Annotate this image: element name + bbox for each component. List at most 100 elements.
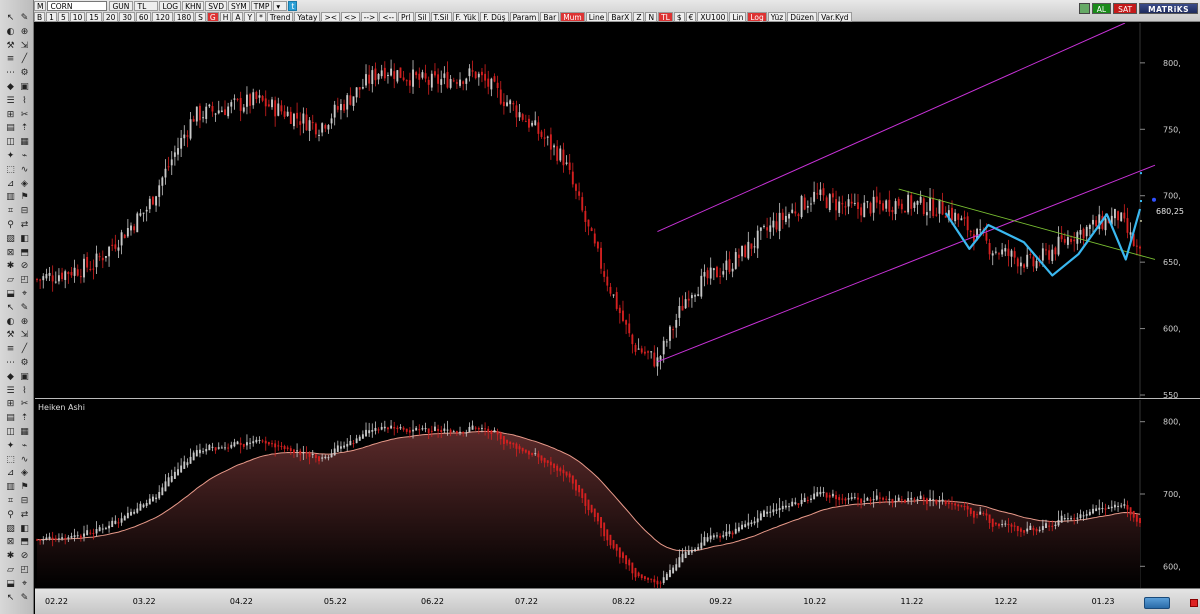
toolbar-btn-23[interactable]: Sil <box>414 11 430 22</box>
drawing-tool-icon-5[interactable]: ⇲ <box>18 40 31 53</box>
drawing-tool-icon-36[interactable]: ✱ <box>4 260 17 273</box>
price-chart[interactable]: 800, 750, 700, 650, 600, 550 <box>35 23 1200 399</box>
drawing-tool-icon-29[interactable]: ⊟ <box>18 205 31 218</box>
drawing-tool-icon-67[interactable]: ◈ <box>18 467 31 480</box>
drawing-tool-icon-61[interactable]: ▦ <box>18 426 31 439</box>
drawing-tool-icon-45[interactable]: ⊕ <box>18 316 31 329</box>
drawing-tool-icon-47[interactable]: ⇲ <box>18 329 31 342</box>
period-button[interactable]: GUN <box>109 0 134 11</box>
toolbar-btn-21[interactable]: <-- <box>379 11 398 22</box>
drawing-tool-icon-42[interactable]: ↖ <box>4 302 17 315</box>
drawing-tool-icon-16[interactable]: ▤ <box>4 122 17 135</box>
drawing-tool-icon-27[interactable]: ⚑ <box>18 191 31 204</box>
drawing-tool-icon-50[interactable]: ⋯ <box>4 357 17 370</box>
drawing-tool-icon-7[interactable]: ╱ <box>18 53 31 66</box>
drawing-tool-icon-52[interactable]: ◆ <box>4 371 17 384</box>
toolbar-btn-30[interactable]: Line <box>585 11 608 22</box>
drawing-tool-icon-65[interactable]: ∿ <box>18 454 31 467</box>
toolbar-btn-39[interactable]: Log <box>747 11 767 22</box>
toolbar-btn-15[interactable]: * <box>256 11 266 22</box>
drawing-tool-icon-77[interactable]: ⬒ <box>18 536 31 549</box>
drawing-tool-icon-78[interactable]: ✱ <box>4 550 17 563</box>
drawing-tool-icon-39[interactable]: ◰ <box>18 274 31 287</box>
dropdown-arrow-icon[interactable]: ▾ <box>273 0 288 11</box>
drawing-tool-icon-62[interactable]: ✦ <box>4 440 17 453</box>
drawing-tool-icon-22[interactable]: ⬚ <box>4 164 17 177</box>
toolbar-btn-3[interactable]: 10 <box>69 11 86 22</box>
drawing-tool-icon-0[interactable]: ↖ <box>4 12 17 25</box>
drawing-tool-icon-64[interactable]: ⬚ <box>4 454 17 467</box>
drawing-tool-icon-6[interactable]: ≡ <box>4 53 17 66</box>
drawing-tool-icon-17[interactable]: ⇡ <box>18 122 31 135</box>
toolbar-btn-26[interactable]: F. Düş <box>480 11 509 22</box>
toolbar-btn-41[interactable]: Düzen <box>787 11 818 22</box>
drawing-tool-icon-18[interactable]: ◫ <box>4 136 17 149</box>
settings-icon[interactable] <box>1078 3 1090 14</box>
toolbar-btn-12[interactable]: H <box>219 11 232 22</box>
toolbar-btn-6[interactable]: 30 <box>119 11 135 22</box>
symbol-prefix[interactable]: M <box>34 0 47 11</box>
drawing-tool-icon-8[interactable]: ⋯ <box>4 67 17 80</box>
toolbar-btn-13[interactable]: A <box>232 11 244 22</box>
toolbar-btn-29[interactable]: Mum <box>560 11 585 22</box>
drawing-tool-icon-70[interactable]: ⌗ <box>4 495 17 508</box>
toolbar-btn-25[interactable]: F. Yük <box>452 11 480 22</box>
drawing-tool-icon-20[interactable]: ✦ <box>4 150 17 163</box>
drawing-tool-icon-2[interactable]: ◐ <box>4 26 17 39</box>
drawing-tool-icon-74[interactable]: ▨ <box>4 523 17 536</box>
close-icon[interactable] <box>1190 599 1198 607</box>
toolbar-btn-2[interactable]: 5 <box>57 11 69 22</box>
toolbar-btn-22[interactable]: Prl <box>398 11 414 22</box>
toolbar-btn-40[interactable]: Yüz <box>767 11 787 22</box>
toolbar-btn-7[interactable]: 60 <box>135 11 152 22</box>
toolbar-btn-37[interactable]: XU100 <box>697 11 729 22</box>
drawing-tool-icon-26[interactable]: ▥ <box>4 191 17 204</box>
toolbar-btn-11[interactable]: G <box>206 11 219 22</box>
toolbar-btn-10[interactable]: S <box>195 11 206 22</box>
drawing-tool-icon-41[interactable]: ⌖ <box>18 288 31 301</box>
drawing-tool-icon-83[interactable]: ⌖ <box>18 578 31 591</box>
drawing-tool-icon-46[interactable]: ⚒ <box>4 329 17 342</box>
drawing-tool-icon-3[interactable]: ⊕ <box>18 26 31 39</box>
toolbar-btn-18[interactable]: >< <box>321 11 341 22</box>
sym-button[interactable]: SYM <box>227 0 250 11</box>
drawing-tool-icon-35[interactable]: ⬒ <box>18 247 31 260</box>
drawing-tool-icon-11[interactable]: ▣ <box>18 81 31 94</box>
drawing-tool-icon-13[interactable]: ⌇ <box>18 95 31 108</box>
drawing-tool-icon-1[interactable]: ✎ <box>18 12 31 25</box>
drawing-tool-icon-30[interactable]: ⚲ <box>4 219 17 232</box>
drawing-tool-icon-84[interactable]: ↖ <box>4 592 17 605</box>
toolbar-btn-8[interactable]: 120 <box>152 11 173 22</box>
toolbar-btn-27[interactable]: Param <box>509 11 540 22</box>
drawing-tool-icon-57[interactable]: ✂ <box>18 398 31 411</box>
drawing-tool-icon-55[interactable]: ⌇ <box>18 385 31 398</box>
drawing-tool-icon-37[interactable]: ⊘ <box>18 260 31 273</box>
scroll-thumb[interactable] <box>1144 597 1170 609</box>
drawing-tool-icon-80[interactable]: ▱ <box>4 564 17 577</box>
sell-button[interactable]: SAT <box>1113 3 1138 14</box>
toolbar-btn-33[interactable]: N <box>645 11 658 22</box>
drawing-tool-icon-71[interactable]: ⊟ <box>18 495 31 508</box>
toolbar-btn-36[interactable]: € <box>685 11 697 22</box>
drawing-tool-icon-82[interactable]: ⬓ <box>4 578 17 591</box>
drawing-tool-icon-56[interactable]: ⊞ <box>4 398 17 411</box>
toolbar-btn-9[interactable]: 180 <box>173 11 195 22</box>
drawing-tool-icon-60[interactable]: ◫ <box>4 426 17 439</box>
toolbar-btn-4[interactable]: 15 <box>86 11 102 22</box>
drawing-tool-icon-81[interactable]: ◰ <box>18 564 31 577</box>
toolbar-btn-19[interactable]: <> <box>341 11 360 22</box>
toolbar-btn-17[interactable]: Yatay <box>294 11 321 22</box>
toolbar-btn-31[interactable]: BarX <box>608 11 633 22</box>
drawing-tool-icon-4[interactable]: ⚒ <box>4 40 17 53</box>
drawing-tool-icon-14[interactable]: ⊞ <box>4 109 17 122</box>
drawing-tool-icon-66[interactable]: ⊿ <box>4 467 17 480</box>
drawing-tool-icon-85[interactable]: ✎ <box>18 592 31 605</box>
drawing-tool-icon-40[interactable]: ⬓ <box>4 288 17 301</box>
twitter-icon[interactable]: t <box>288 0 298 11</box>
toolbar-btn-35[interactable]: $ <box>673 11 685 22</box>
khn-button[interactable]: KHN <box>182 0 205 11</box>
drawing-tool-icon-19[interactable]: ▦ <box>18 136 31 149</box>
toolbar-btn-5[interactable]: 20 <box>102 11 119 22</box>
drawing-tool-icon-44[interactable]: ◐ <box>4 316 17 329</box>
drawing-tool-icon-21[interactable]: ⌁ <box>18 150 31 163</box>
